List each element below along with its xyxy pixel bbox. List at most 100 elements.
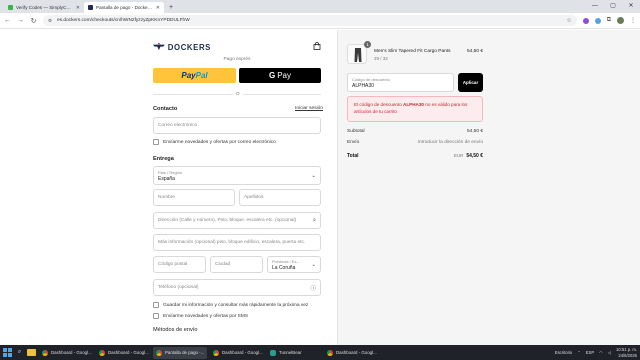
system-tray: Escritorio ⌃ ESP ◠ ◁ 10:51 p. m. 24/6/20…	[555, 347, 637, 357]
last-name-field[interactable]: Apellidos	[239, 189, 321, 206]
chrome-icon	[42, 349, 48, 356]
browser-menu-icon[interactable]: ⋮	[630, 17, 636, 24]
tab-title: Pantalla de pago - Dockers®	[96, 5, 153, 10]
checkbox-label: Guardar mi información y consultar más r…	[163, 302, 309, 308]
address-bar[interactable]: ⚙ es.dockers.com/checkouts/cn/hWN2fyzzyZ…	[43, 15, 577, 26]
taskbar-app-label: Pantalla de pago -...	[165, 350, 205, 355]
or-text: O	[233, 91, 243, 96]
profile-avatar[interactable]	[617, 17, 624, 24]
discount-code-field[interactable]: Código de descuento ALPHA30	[347, 73, 454, 92]
province-select[interactable]: Provincia / Es... La Coruña ⌄	[267, 256, 321, 273]
extension-icon[interactable]	[594, 17, 601, 24]
province-value: La Coruña	[272, 264, 296, 271]
city-field[interactable]: Ciudad	[210, 256, 263, 273]
volume-icon[interactable]: ◁	[608, 350, 611, 355]
express-checkout-label: Pago exprés	[223, 57, 251, 62]
quantity-badge: 1	[364, 41, 371, 48]
new-tab-button[interactable]: +	[164, 2, 178, 13]
shopping-bag-icon[interactable]	[313, 42, 321, 50]
dockers-logo[interactable]: DOCKERS	[153, 42, 211, 52]
browser-tab-simplycodes[interactable]: Verify Codes — SimplyCodes ✕	[4, 2, 84, 13]
delivery-heading: Entrega	[153, 156, 174, 162]
language-indicator[interactable]: ESP	[586, 350, 594, 355]
discount-label: Código de descuento	[352, 76, 390, 82]
google-pay-button[interactable]: G Pay	[239, 68, 321, 83]
paypal-button[interactable]: Pay Pal	[153, 68, 236, 83]
taskbar-app-chrome[interactable]: Dashboard - Googl...	[210, 347, 264, 359]
total-currency: EUR	[454, 153, 464, 158]
newsletter-email-checkbox[interactable]: Envíarme novedades y ofertas por correo …	[153, 139, 276, 145]
clock-date: 24/6/2025	[618, 352, 637, 358]
first-name-field[interactable]: Nombre	[153, 189, 235, 206]
taskbar-app-tunnelbear[interactable]: TunnelBear	[267, 347, 321, 359]
file-explorer-icon[interactable]	[27, 349, 36, 356]
reload-icon[interactable]: ↻	[30, 17, 37, 25]
checkbox-label: Envíarme novedades y ofertas por correo …	[163, 139, 276, 145]
taskbar-app-chrome[interactable]: Dashboard - Googl...	[39, 347, 93, 359]
site-info-icon[interactable]: ⚙	[48, 18, 53, 23]
chevron-up-icon[interactable]: ⌃	[577, 350, 581, 355]
subtotal-value: 54,50 €	[466, 129, 483, 134]
tunnelbear-icon	[270, 349, 276, 356]
gpay-text: Pay	[277, 71, 292, 80]
close-window-button[interactable]: ✕	[622, 0, 640, 13]
contact-heading: Contacto	[153, 106, 178, 112]
checkbox-box[interactable]	[153, 313, 159, 319]
taskbar-app-chrome-active[interactable]: Pantalla de pago -...	[153, 346, 207, 359]
chevron-down-icon: ⌄	[311, 172, 316, 179]
chrome-icon	[327, 349, 333, 356]
taskbar-app-label: Dashboard - Googl...	[51, 350, 92, 355]
browser-tab-dockers[interactable]: Pantalla de pago - Dockers® ✕	[84, 2, 164, 13]
dockers-favicon-icon	[88, 5, 93, 10]
desktop-label[interactable]: Escritorio	[555, 350, 572, 355]
postal-code-field[interactable]: Código postal	[153, 256, 206, 273]
bookmark-star-icon[interactable]: ☆	[566, 17, 571, 24]
extensions-puzzle-icon[interactable]: ⧉	[607, 17, 611, 24]
phone-field[interactable]: Teléfono (opcional) ⓘ	[153, 279, 321, 296]
minimize-button[interactable]: —	[586, 0, 604, 13]
back-icon[interactable]: ←	[4, 17, 11, 24]
email-placeholder: Correo electrónico	[158, 123, 198, 128]
checkbox-box[interactable]	[153, 139, 159, 145]
forward-icon[interactable]: →	[17, 17, 24, 24]
product-variant: 29 / 32	[374, 56, 388, 61]
wifi-icon[interactable]: ◠	[599, 350, 603, 355]
maximize-button[interactable]: ▢	[604, 0, 622, 13]
total-row: Total EUR 54,50 €	[347, 153, 483, 159]
save-info-checkbox[interactable]: Guardar mi información y consultar más r…	[153, 302, 308, 308]
country-select[interactable]: País / Región España ⌄	[153, 166, 321, 185]
taskbar-app-chrome[interactable]: Dashboard - Googl...	[96, 347, 150, 359]
browser-tab-bar: Verify Codes — SimplyCodes ✕ Pantalla de…	[0, 0, 640, 13]
checkbox-label: Envíarme novedades y ofertas por SMS	[163, 313, 249, 319]
url-text: es.dockers.com/checkouts/cn/hWN2fyzzyZpK…	[57, 18, 190, 23]
windows-start-icon[interactable]	[3, 348, 12, 357]
clock[interactable]: 10:51 p. m. 24/6/2025	[616, 347, 637, 357]
last-name-placeholder: Apellidos	[244, 195, 264, 200]
address-field[interactable]: Dirección (Calle y número), Piso, bloque…	[153, 212, 321, 229]
total-value: 54,50 €	[466, 153, 483, 159]
close-tab-icon[interactable]: ✕	[156, 5, 160, 11]
browser-toolbar: ← → ↻ ⚙ es.dockers.com/checkouts/cn/hWN2…	[0, 13, 640, 29]
chrome-icon	[99, 349, 105, 356]
apply-discount-button[interactable]: Aplicar	[458, 73, 483, 92]
taskbar-app-chrome[interactable]: Dashboard - Googl...	[324, 347, 378, 359]
help-icon[interactable]: ⓘ	[310, 284, 316, 292]
window-controls: — ▢ ✕	[586, 0, 640, 13]
taskbar-app-label: Dashboard - Googl...	[108, 350, 149, 355]
total-label: Total	[347, 153, 359, 159]
address2-field[interactable]: Más información (opcional) piso, bloque …	[153, 234, 321, 251]
shipping-value: Introducir la dirección de envío	[417, 140, 483, 145]
sms-newsletter-checkbox[interactable]: Envíarme novedades y ofertas por SMS	[153, 313, 248, 319]
login-link[interactable]: Iniciar sesión	[295, 106, 323, 111]
error-text-pre: El código de descuento	[354, 102, 404, 107]
extension-icon[interactable]	[582, 17, 589, 24]
city-placeholder: Ciudad	[215, 262, 231, 267]
shipping-row: Envío Introducir la dirección de envío	[347, 140, 483, 145]
product-thumbnail	[347, 44, 367, 64]
tab-title: Verify Codes — SimplyCodes	[16, 5, 73, 10]
close-tab-icon[interactable]: ✕	[76, 5, 80, 11]
email-field[interactable]: Correo electrónico	[153, 117, 321, 134]
cargo-pants-image	[354, 48, 362, 62]
checkbox-box[interactable]	[153, 302, 159, 308]
search-icon[interactable]: ⌕	[15, 349, 24, 356]
